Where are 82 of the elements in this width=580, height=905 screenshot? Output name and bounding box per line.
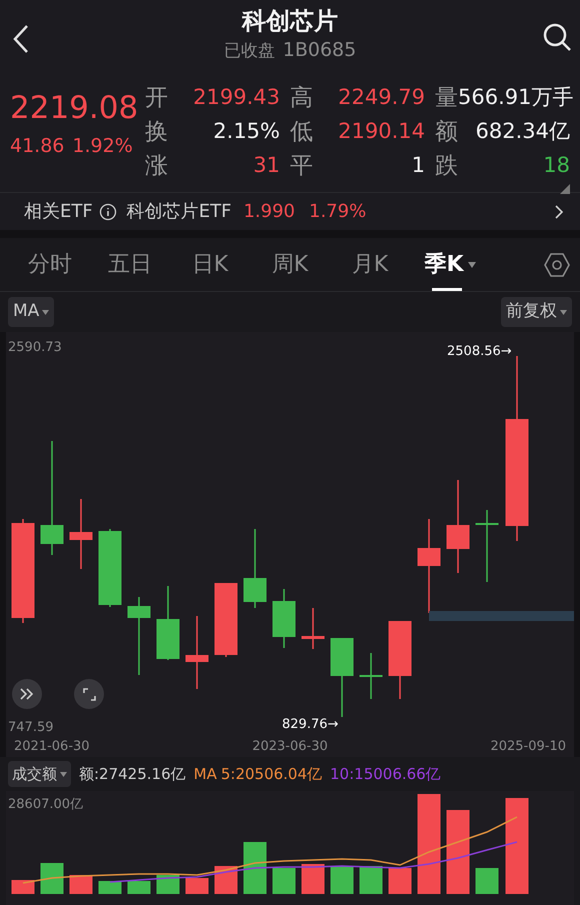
date-label: 2025-09-10 (490, 738, 566, 756)
high-marker: 2508.56→ (447, 343, 512, 361)
volume-bar (70, 875, 92, 894)
search-icon[interactable] (542, 22, 572, 52)
last-price: 2219.08 (10, 90, 140, 126)
volume-bar (186, 878, 208, 894)
stat-label: 额 (435, 118, 458, 147)
related-etf-label: 相关ETF (24, 200, 93, 224)
stat-value: 2.15% (213, 118, 280, 146)
low-marker: 829.76→ (282, 716, 338, 734)
volume-bar (388, 868, 412, 894)
caret-icon (468, 262, 476, 268)
adjust-dropdown[interactable]: 前复权 (501, 297, 572, 327)
turnover-amount: 额:27425.16亿 (79, 764, 186, 785)
stat-label: 涨 (145, 152, 168, 181)
stat-label: 量 (435, 84, 458, 113)
volume-bar (272, 868, 296, 894)
stat-value: 2199.43 (193, 84, 280, 112)
etf-name[interactable]: 科创芯片ETF (126, 198, 232, 225)
volume-bar (156, 875, 180, 894)
stat-value: 2249.79 (338, 84, 425, 112)
volume-bar (244, 842, 266, 894)
candlestick (272, 589, 296, 648)
double-chevron-icon (20, 688, 34, 700)
market-status: 已收盘 (224, 40, 275, 63)
expand-corner-icon[interactable] (560, 184, 570, 194)
period-tab[interactable]: 日K (170, 238, 250, 291)
stat-value: 18 (543, 152, 570, 180)
price-change-percent: 1.92% (72, 134, 133, 159)
candlestick (360, 653, 382, 699)
period-tab[interactable]: 月K (330, 238, 410, 291)
stat-label: 低 (290, 118, 313, 147)
date-label: 2023-06-30 (252, 738, 328, 756)
page-title: 科创芯片 (242, 6, 338, 36)
fast-forward-button[interactable] (12, 679, 42, 709)
caret-icon (42, 310, 50, 314)
index-code: 1B0685 (282, 38, 356, 63)
stat-value: 1 (412, 152, 425, 180)
volume-bar (476, 868, 498, 894)
stat-label: 跌 (435, 152, 458, 181)
etf-change-percent: 1.79% (309, 200, 366, 224)
period-tab[interactable]: 分时 (10, 238, 90, 291)
ma5-value: 5:20506.04亿 (220, 764, 322, 785)
stat-value: 566.91万手 (458, 84, 574, 112)
axis-min-label: 747.59 (8, 719, 54, 737)
volume-bar (128, 881, 150, 894)
stat-label: 平 (290, 152, 313, 181)
info-icon[interactable] (98, 202, 117, 220)
period-tab[interactable]: 周K (250, 238, 330, 291)
settings-icon[interactable] (544, 252, 570, 278)
fullscreen-icon (82, 688, 96, 700)
chevron-right-icon[interactable] (554, 204, 564, 220)
ma10-value: 10:15006.66亿 (330, 764, 441, 785)
volume-bar (40, 863, 64, 894)
volume-bar (98, 881, 122, 894)
etf-price: 1.990 (243, 200, 295, 224)
candlestick (302, 608, 324, 649)
stat-value: 2190.14 (338, 118, 425, 146)
volume-bar (12, 880, 34, 894)
volume-type-dropdown[interactable]: 成交额 (8, 761, 71, 787)
axis-max-label: 2590.73 (8, 339, 62, 357)
caret-icon (560, 310, 567, 314)
candlestick (476, 510, 498, 582)
fullscreen-button[interactable] (74, 679, 104, 709)
period-tab[interactable]: 五日 (90, 238, 170, 291)
stat-label: 高 (290, 84, 313, 113)
stat-value: 682.34亿 (476, 118, 570, 146)
volume-bar (302, 864, 324, 894)
ma-label: MA (194, 764, 217, 785)
caret-icon (60, 772, 67, 776)
period-tab[interactable]: 季K (410, 238, 490, 291)
stat-value: 31 (253, 152, 280, 180)
volume-max-label: 28607.00亿 (8, 796, 84, 814)
volume-bar (330, 866, 354, 894)
price-change: 41.86 (10, 134, 64, 159)
stat-label: 开 (145, 84, 168, 113)
indicator-dropdown[interactable]: MA (8, 297, 54, 327)
stat-label: 换 (145, 118, 168, 147)
back-icon[interactable] (12, 24, 30, 54)
date-label: 2021-06-30 (14, 738, 90, 756)
volume-bar (360, 866, 382, 894)
candlestick (70, 499, 92, 569)
